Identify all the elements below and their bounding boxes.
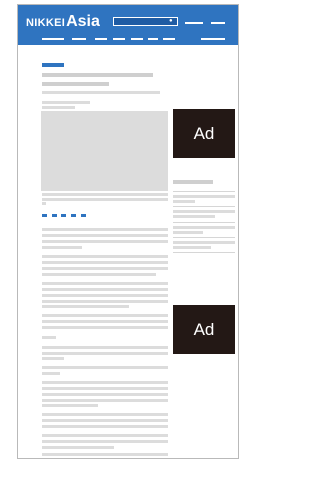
sidebar-link[interactable] [173, 215, 215, 218]
body-text-line [42, 372, 60, 375]
nav-item[interactable] [72, 38, 86, 40]
nav-item[interactable] [42, 38, 64, 40]
search-icon[interactable]: ● [169, 18, 173, 25]
sidebar-divider [173, 191, 235, 192]
caption-line [42, 193, 168, 196]
body-text-line [42, 246, 82, 249]
logo-prefix: NIKKEI [26, 17, 66, 29]
body-text-line [42, 419, 168, 422]
section-tag[interactable] [42, 63, 64, 67]
body-text-line [42, 267, 168, 270]
body-text-line [42, 228, 168, 231]
body-text-line [42, 305, 129, 308]
share-icon[interactable] [42, 214, 47, 217]
body-text-line [42, 336, 56, 339]
logo-suffix: Asia [66, 13, 100, 30]
sidebar-divider [173, 206, 235, 207]
body-text-line [42, 282, 168, 285]
body-text-line [42, 413, 168, 416]
body-text-line [42, 393, 168, 396]
sidebar-link[interactable] [173, 195, 235, 198]
body-text-line [42, 314, 168, 317]
menu-item-bar[interactable] [211, 22, 225, 24]
browser-frame: NIKKEIAsia ● Ad Ad [17, 4, 239, 459]
share-icon[interactable] [61, 214, 66, 217]
body-text-line [42, 288, 168, 291]
body-text-line [42, 255, 168, 258]
sidebar-divider [173, 237, 235, 238]
caption-line [42, 202, 46, 205]
body-text-line [42, 434, 168, 437]
body-text-line [42, 440, 168, 443]
body-text-line [42, 446, 114, 449]
headline-line [42, 73, 153, 77]
caption-line [42, 198, 168, 201]
date-line [42, 106, 75, 109]
body-text-line [42, 453, 168, 456]
site-header: NIKKEIAsia ● [18, 5, 238, 45]
subtitle-line [42, 91, 160, 94]
body-text-line [42, 300, 168, 303]
body-text-line [42, 381, 168, 384]
ad-top[interactable]: Ad [173, 109, 235, 158]
sidebar-link[interactable] [173, 200, 195, 203]
body-text-line [42, 366, 168, 369]
nav-item[interactable] [131, 38, 143, 40]
body-text-line [42, 326, 168, 329]
body-text-line [42, 425, 168, 428]
sidebar-link[interactable] [173, 246, 211, 249]
sidebar-heading [173, 180, 213, 184]
body-text-line [42, 387, 168, 390]
headline-line [42, 82, 109, 86]
body-text-line [42, 234, 168, 237]
sidebar-divider [173, 222, 235, 223]
body-text-line [42, 357, 64, 360]
sidebar-link[interactable] [173, 226, 235, 229]
nav-item[interactable] [201, 38, 225, 40]
article-image [41, 111, 168, 191]
menu-item-bar[interactable] [185, 22, 203, 24]
nav-item[interactable] [113, 38, 125, 40]
body-text-line [42, 346, 168, 349]
body-text-line [42, 320, 168, 323]
share-icon[interactable] [81, 214, 86, 217]
nikkei-asia-logo[interactable]: NIKKEIAsia [26, 13, 100, 31]
sidebar-divider [173, 252, 235, 253]
nav-item[interactable] [163, 38, 175, 40]
body-text-line [42, 273, 156, 276]
sidebar-link[interactable] [173, 241, 235, 244]
body-text-line [42, 404, 98, 407]
nav-item[interactable] [148, 38, 158, 40]
ad-bottom[interactable]: Ad [173, 305, 235, 354]
sidebar-link[interactable] [173, 210, 235, 213]
body-text-line [42, 261, 168, 264]
body-text-line [42, 399, 168, 402]
share-icon[interactable] [71, 214, 76, 217]
sidebar-link[interactable] [173, 231, 203, 234]
body-text-line [42, 294, 168, 297]
body-text-line [42, 240, 168, 243]
nav-item[interactable] [95, 38, 107, 40]
body-text-line [42, 352, 168, 355]
share-icon[interactable] [52, 214, 57, 217]
byline-line [42, 101, 90, 104]
